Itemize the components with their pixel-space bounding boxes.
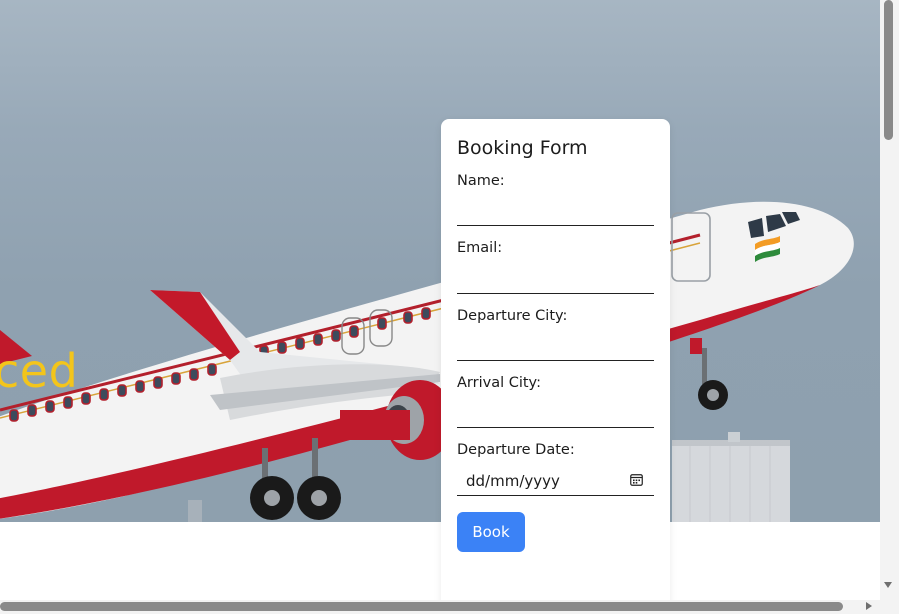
horizontal-scrollbar[interactable]	[0, 600, 880, 614]
booking-form-card: Booking Form Name: Email: Departure City…	[441, 119, 670, 600]
email-input[interactable]	[457, 263, 654, 294]
scrollbar-corner	[880, 600, 899, 614]
name-field-group: Name:	[457, 172, 654, 227]
background-tower	[672, 432, 790, 522]
vertical-scrollbar[interactable]	[880, 0, 899, 600]
departure-date-value: dd/mm/yyyy	[466, 471, 560, 490]
departure-date-label: Departure Date:	[457, 442, 575, 459]
arrival-city-field-group: Arrival City:	[457, 374, 654, 429]
page-viewport: ced Booking Form Name: Email: Departure …	[0, 0, 880, 600]
scroll-down-arrow-icon[interactable]	[884, 582, 892, 588]
departure-date-input[interactable]: dd/mm/yyyy	[457, 466, 654, 496]
name-input[interactable]	[457, 196, 654, 227]
scroll-right-arrow-icon[interactable]	[866, 602, 872, 610]
name-label: Name:	[457, 172, 505, 189]
vertical-scrollbar-thumb[interactable]	[884, 0, 893, 140]
horizontal-scrollbar-thumb[interactable]	[0, 602, 843, 611]
email-label: Email:	[457, 240, 503, 257]
departure-city-input[interactable]	[457, 330, 654, 361]
calendar-icon[interactable]	[630, 473, 643, 486]
nose-landing-gear	[690, 338, 728, 410]
book-button[interactable]: Book	[457, 511, 525, 552]
arrival-city-label: Arrival City:	[457, 374, 541, 391]
email-field-group: Email:	[457, 240, 654, 294]
booking-form-title: Booking Form	[457, 137, 588, 159]
hero-partial-text: ced	[0, 344, 79, 398]
departure-date-field-group: Departure Date: dd/mm/yyyy	[457, 442, 654, 496]
hero-section: ced	[0, 0, 880, 522]
departure-city-label: Departure City:	[457, 307, 568, 324]
arrival-city-input[interactable]	[457, 398, 654, 429]
page-body	[0, 522, 880, 600]
departure-city-field-group: Departure City:	[457, 308, 654, 361]
airplane-takeoff-image	[0, 201, 854, 522]
